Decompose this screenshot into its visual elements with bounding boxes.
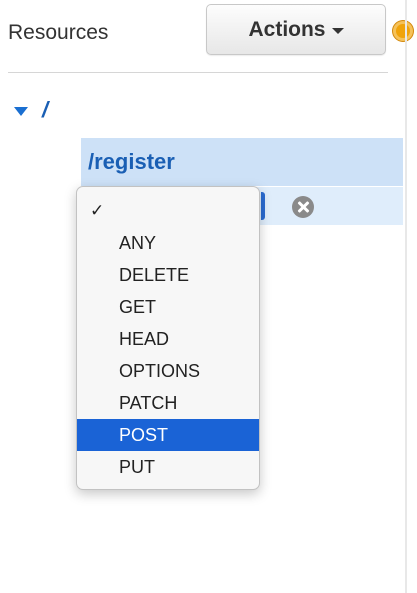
resources-panel: Resources Actions / /register ✓ ANY DELE… bbox=[0, 0, 417, 593]
dropdown-item-head[interactable]: HEAD bbox=[77, 323, 259, 355]
resource-label: /register bbox=[88, 149, 175, 174]
root-resource-label: / bbox=[42, 97, 49, 122]
resources-title: Resources bbox=[8, 21, 109, 44]
header-divider bbox=[8, 72, 388, 73]
dropdown-item-delete[interactable]: DELETE bbox=[77, 259, 259, 291]
panel-divider bbox=[405, 0, 407, 593]
status-dot-icon bbox=[396, 24, 410, 38]
caret-down-icon bbox=[331, 28, 344, 34]
dropdown-item-get[interactable]: GET bbox=[77, 291, 259, 323]
actions-label: Actions bbox=[248, 17, 326, 41]
tree-root-item[interactable]: / bbox=[14, 97, 48, 123]
expand-triangle-icon[interactable] bbox=[14, 106, 28, 116]
method-dropdown[interactable]: ✓ ANY DELETE GET HEAD OPTIONS PATCH POST… bbox=[76, 186, 260, 490]
dropdown-item-options[interactable]: OPTIONS bbox=[77, 355, 259, 387]
method-select-edge[interactable] bbox=[261, 192, 265, 220]
dropdown-item-blank[interactable]: ✓ bbox=[77, 195, 259, 227]
checkmark-icon: ✓ bbox=[90, 201, 105, 220]
dropdown-item-put[interactable]: PUT bbox=[77, 451, 259, 483]
dropdown-item-post[interactable]: POST bbox=[77, 419, 259, 451]
remove-icon[interactable] bbox=[292, 196, 314, 218]
dropdown-item-any[interactable]: ANY bbox=[77, 227, 259, 259]
resource-item-register[interactable]: /register bbox=[81, 138, 403, 186]
dropdown-item-patch[interactable]: PATCH bbox=[77, 387, 259, 419]
actions-button[interactable]: Actions bbox=[206, 4, 386, 55]
